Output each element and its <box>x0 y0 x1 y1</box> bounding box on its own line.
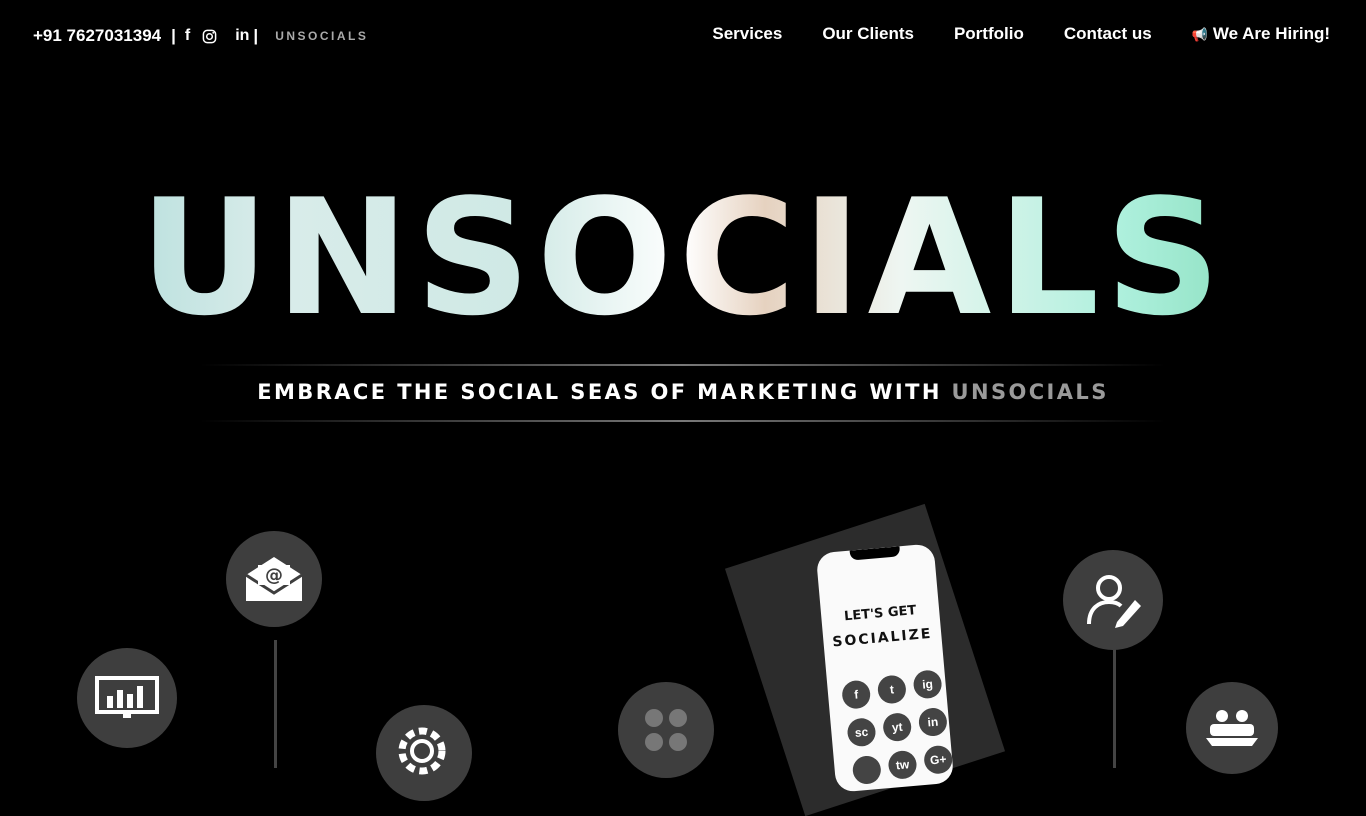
analytics-icon <box>95 676 159 718</box>
linkedin-icon[interactable]: in <box>235 27 249 45</box>
facebook-icon[interactable]: f <box>185 27 190 45</box>
social-icon <box>645 709 687 751</box>
email-bulb: @ <box>226 531 322 627</box>
bulb-stem <box>274 640 277 768</box>
tagline-main: EMBRACE THE SOCIAL SEAS OF MARKETING WIT… <box>257 380 952 404</box>
nav-portfolio[interactable]: Portfolio <box>954 24 1024 44</box>
user-edit-icon <box>1087 575 1141 628</box>
nav-hiring-label: We Are Hiring! <box>1212 24 1330 43</box>
separator: | <box>253 26 259 45</box>
divider <box>200 420 1166 422</box>
phone-number[interactable]: +91 7627031394 <box>33 26 161 46</box>
seo-icon <box>398 727 446 775</box>
main-nav: Services Our Clients Portfolio Contact u… <box>712 24 1330 44</box>
tagline-brand: UNSOCIALS <box>951 380 1109 404</box>
phone-line-1: LET'S GET <box>843 603 917 625</box>
tagline: EMBRACE THE SOCIAL SEAS OF MARKETING WIT… <box>200 380 1166 404</box>
nav-our-clients[interactable]: Our Clients <box>822 24 914 44</box>
youtube-icon: yt <box>882 711 913 743</box>
tagline-block: EMBRACE THE SOCIAL SEAS OF MARKETING WIT… <box>200 362 1166 424</box>
top-bar: +91 7627031394 | f in | UNSOCIALS Servic… <box>0 0 1366 72</box>
bulb-stem <box>1113 640 1116 768</box>
linkedin-icon: in <box>917 706 949 738</box>
hero-title: UNSOCIALS <box>0 178 1366 338</box>
user-edit-bulb <box>1063 550 1163 650</box>
handshake-icon <box>1206 710 1258 746</box>
analytics-bulb <box>77 648 177 748</box>
social-bulb <box>618 682 714 778</box>
megaphone-icon: 📢 <box>1191 27 1208 42</box>
svg-text:@: @ <box>265 565 283 586</box>
nav-services[interactable]: Services <box>712 24 782 44</box>
instagram-icon[interactable] <box>202 29 217 44</box>
nav-contact-us[interactable]: Contact us <box>1064 24 1152 44</box>
phone-line-2: SOCIALIZE <box>831 625 933 651</box>
contact-bar: +91 7627031394 | f in | UNSOCIALS <box>33 24 368 48</box>
facebook-icon: f <box>841 679 872 710</box>
social-icon <box>851 754 882 786</box>
seo-bulb <box>376 705 472 801</box>
phone-mockup: LET'S GET SOCIALIZE f t ig sc yt in tw G… <box>815 543 955 793</box>
email-icon: @ <box>245 557 303 601</box>
google-plus-icon: G+ <box>923 744 954 775</box>
snapchat-icon: sc <box>846 717 877 748</box>
instagram-icon: ig <box>912 669 943 700</box>
divider <box>200 364 1166 366</box>
twitter-icon: t <box>876 674 908 705</box>
separator: | <box>171 26 176 45</box>
brand-small[interactable]: UNSOCIALS <box>275 29 368 43</box>
twitch-icon: tw <box>887 749 918 781</box>
handshake-bulb <box>1186 682 1278 774</box>
nav-hiring[interactable]: 📢 We Are Hiring! <box>1192 24 1330 44</box>
